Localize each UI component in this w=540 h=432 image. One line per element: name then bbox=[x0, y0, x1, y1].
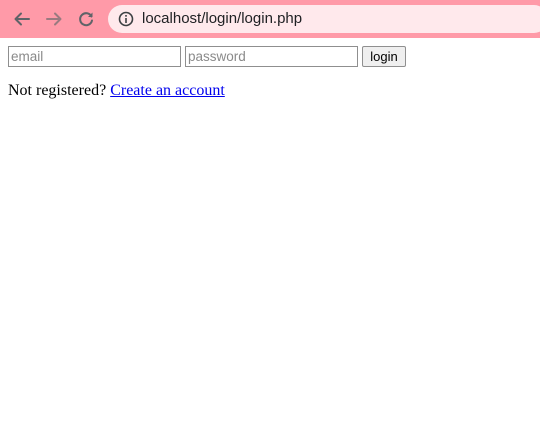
reload-icon bbox=[79, 12, 93, 27]
register-prompt: Not registered? bbox=[8, 82, 107, 99]
email-input[interactable] bbox=[8, 46, 181, 67]
password-input[interactable] bbox=[185, 46, 358, 67]
register-line: Not registered? Create an account bbox=[8, 82, 225, 100]
page-content: login Not registered? Create an account bbox=[0, 38, 540, 432]
login-button[interactable]: login bbox=[362, 46, 406, 67]
address-bar[interactable]: localhost/login/login.php bbox=[108, 5, 540, 33]
forward-button[interactable] bbox=[42, 7, 66, 31]
arrow-right-icon bbox=[46, 12, 62, 26]
back-button[interactable] bbox=[10, 7, 34, 31]
reload-button[interactable] bbox=[74, 7, 98, 31]
url-text[interactable]: localhost/login/login.php bbox=[142, 10, 302, 27]
arrow-left-icon bbox=[14, 12, 30, 26]
browser-toolbar: localhost/login/login.php bbox=[0, 0, 540, 38]
info-icon[interactable] bbox=[118, 11, 134, 27]
create-account-link[interactable]: Create an account bbox=[110, 82, 225, 99]
